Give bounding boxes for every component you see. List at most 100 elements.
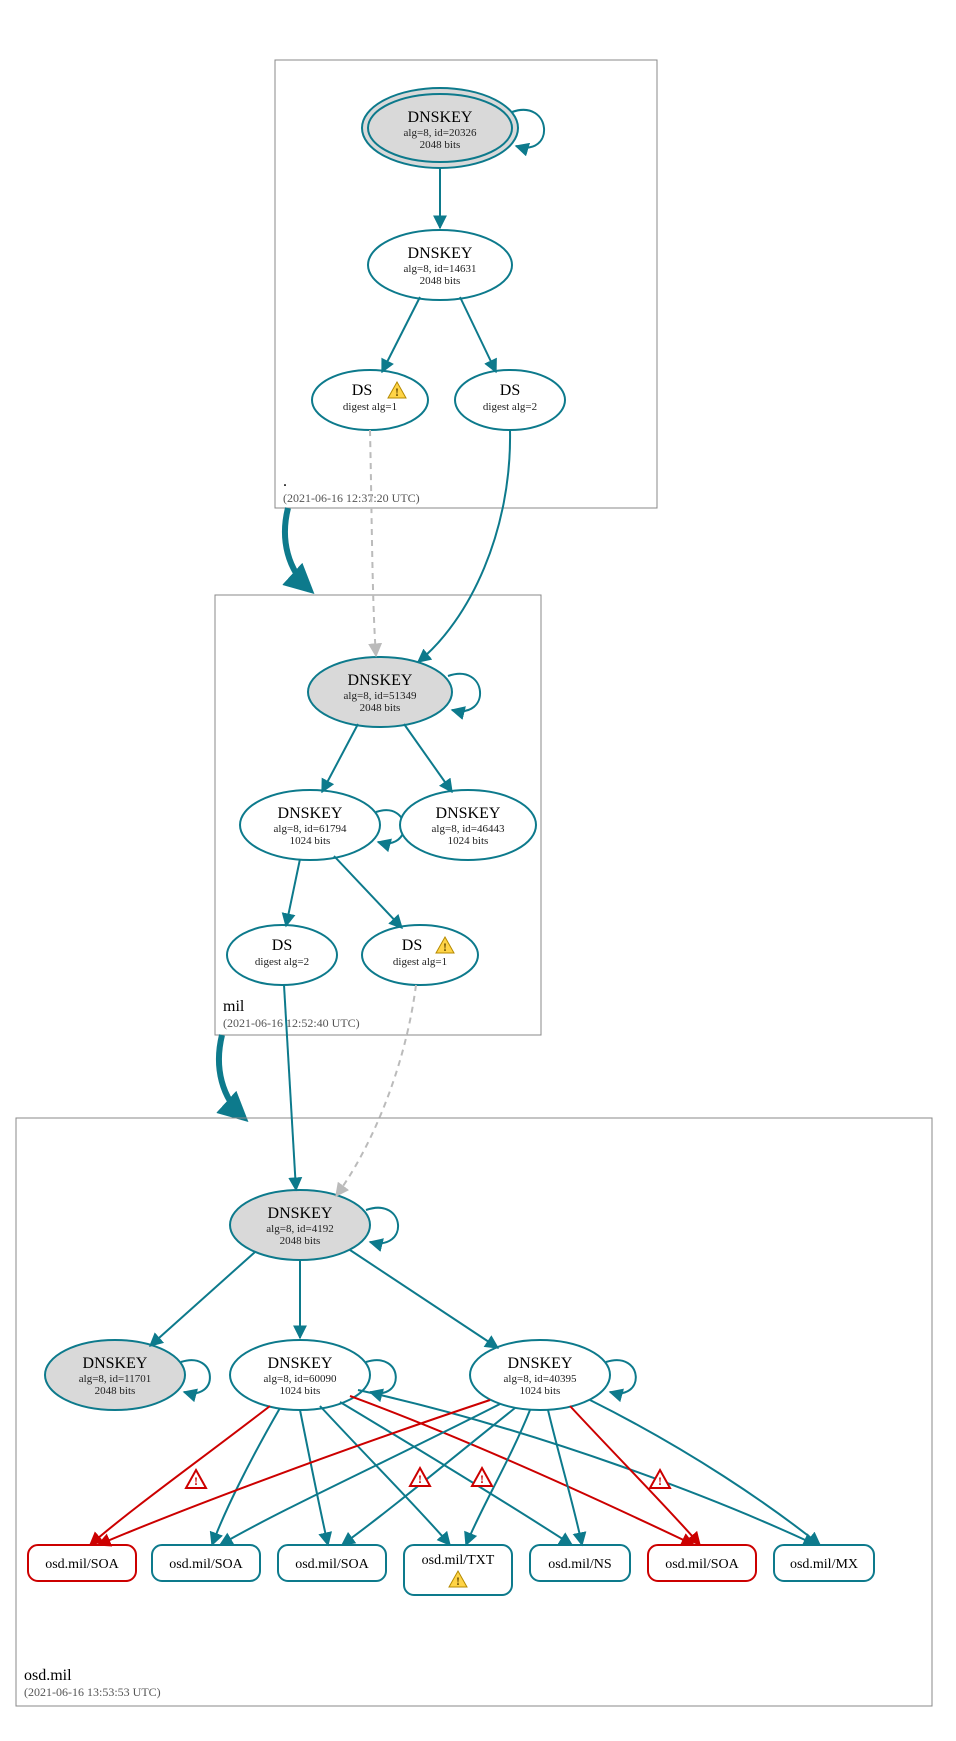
rr-soa-4: osd.mil/SOA	[648, 1545, 756, 1581]
svg-text:digest alg=2: digest alg=2	[255, 956, 309, 968]
svg-text:osd.mil/SOA: osd.mil/SOA	[295, 1557, 369, 1572]
rr-soa-3: osd.mil/SOA	[278, 1545, 386, 1581]
edge-z1-mx	[358, 1390, 816, 1545]
edge-z1-soa2	[212, 1408, 280, 1545]
edge-z2-soa3	[342, 1408, 515, 1545]
svg-text:digest alg=1: digest alg=1	[393, 956, 447, 968]
edge-milksk-zsk1	[322, 724, 358, 792]
rr-soa-1: osd.mil/SOA	[28, 1545, 136, 1581]
svg-text:DNSKEY: DNSKEY	[436, 805, 501, 822]
svg-text:DNSKEY: DNSKEY	[348, 672, 413, 689]
svg-text:alg=8, id=60090: alg=8, id=60090	[264, 1373, 337, 1385]
edge-rootds2-milksk	[418, 430, 510, 662]
svg-text:alg=8, id=61794: alg=8, id=61794	[274, 823, 347, 835]
svg-text:osd.mil/SOA: osd.mil/SOA	[665, 1557, 739, 1572]
node-mil-zsk2: DNSKEY alg=8, id=46443 1024 bits	[400, 790, 536, 860]
edge-z2-ns	[548, 1410, 582, 1545]
edge-z2-soa4	[570, 1406, 700, 1545]
rr-ns: osd.mil/NS	[530, 1545, 630, 1581]
svg-text:DS: DS	[352, 382, 372, 399]
edge-z2-mx	[590, 1400, 820, 1545]
zone-mil: mil (2021-06-16 12:52:40 UTC) DNSKEY alg…	[215, 430, 541, 1035]
svg-text:2048 bits: 2048 bits	[420, 275, 461, 287]
svg-text:digest alg=2: digest alg=2	[483, 401, 537, 413]
zone-root-time: (2021-06-16 12:37:20 UTC)	[283, 491, 420, 505]
zone-osd: osd.mil (2021-06-16 13:53:53 UTC) DNSKEY…	[16, 985, 932, 1706]
svg-text:alg=8, id=40395: alg=8, id=40395	[504, 1373, 577, 1385]
svg-text:osd.mil/SOA: osd.mil/SOA	[169, 1557, 243, 1572]
rr-soa-2: osd.mil/SOA	[152, 1545, 260, 1581]
edge-milksk-zsk2	[404, 724, 452, 792]
edge-z1-soa4	[350, 1396, 694, 1545]
delegation-root-mil	[285, 508, 310, 590]
edge-rootds1-milksk	[370, 430, 376, 656]
svg-text:1024 bits: 1024 bits	[448, 835, 489, 847]
svg-text:!: !	[194, 1474, 198, 1488]
svg-text:DNSKEY: DNSKEY	[408, 109, 473, 126]
svg-text:!: !	[658, 1474, 662, 1488]
svg-text:!: !	[456, 1574, 460, 1588]
svg-text:DNSKEY: DNSKEY	[268, 1205, 333, 1222]
svg-text:alg=8, id=20326: alg=8, id=20326	[404, 127, 477, 139]
node-osd-ksk2: DNSKEY alg=8, id=11701 2048 bits	[45, 1340, 185, 1410]
edge-z1-soa3	[300, 1410, 328, 1545]
svg-text:DNSKEY: DNSKEY	[508, 1355, 573, 1372]
svg-text:DNSKEY: DNSKEY	[408, 245, 473, 262]
node-root-ds1: DS digest alg=1 !	[312, 370, 428, 430]
svg-text:osd.mil/TXT: osd.mil/TXT	[422, 1553, 495, 1568]
svg-text:DS: DS	[402, 937, 422, 954]
svg-text:DS: DS	[500, 382, 520, 399]
svg-text:1024 bits: 1024 bits	[290, 835, 331, 847]
edge-rootzsk-ds2	[460, 297, 496, 372]
svg-text:!: !	[480, 1472, 484, 1486]
error-icon: !	[650, 1470, 670, 1488]
node-osd-zsk2: DNSKEY alg=8, id=40395 1024 bits	[470, 1340, 610, 1410]
error-icon: !	[410, 1468, 430, 1486]
rr-txt: osd.mil/TXT !	[404, 1545, 512, 1595]
error-icon: !	[472, 1468, 492, 1486]
node-mil-ds2: DS digest alg=2	[227, 925, 337, 985]
error-icon: !	[186, 1470, 206, 1488]
edge-rootzsk-ds1	[382, 297, 420, 372]
svg-text:osd.mil/MX: osd.mil/MX	[790, 1557, 858, 1572]
svg-text:alg=8, id=14631: alg=8, id=14631	[404, 263, 477, 275]
svg-text:1024 bits: 1024 bits	[280, 1385, 321, 1397]
svg-text:2048 bits: 2048 bits	[95, 1385, 136, 1397]
svg-text:2048 bits: 2048 bits	[420, 139, 461, 151]
node-mil-ds1: DS digest alg=1 !	[362, 925, 478, 985]
svg-text:!: !	[418, 1472, 422, 1486]
svg-text:!: !	[395, 385, 399, 399]
svg-text:digest alg=1: digest alg=1	[343, 401, 397, 413]
svg-text:osd.mil/SOA: osd.mil/SOA	[45, 1557, 119, 1572]
node-root-zsk: DNSKEY alg=8, id=14631 2048 bits	[368, 230, 512, 300]
svg-text:DNSKEY: DNSKEY	[83, 1355, 148, 1372]
node-mil-zsk1: DNSKEY alg=8, id=61794 1024 bits	[240, 790, 380, 860]
svg-text:2048 bits: 2048 bits	[280, 1235, 321, 1247]
svg-text:DNSKEY: DNSKEY	[268, 1355, 333, 1372]
dnssec-graph: . (2021-06-16 12:37:20 UTC) DNSKEY alg=8…	[0, 0, 956, 1741]
node-mil-ksk: DNSKEY alg=8, id=51349 2048 bits	[308, 657, 452, 727]
zone-root: . (2021-06-16 12:37:20 UTC) DNSKEY alg=8…	[275, 60, 657, 508]
zone-mil-label: mil	[223, 998, 245, 1015]
svg-text:alg=8, id=46443: alg=8, id=46443	[432, 823, 505, 835]
svg-text:1024 bits: 1024 bits	[520, 1385, 561, 1397]
rr-mx: osd.mil/MX	[774, 1545, 874, 1581]
edge-milzsk1-ds2	[286, 859, 300, 926]
svg-text:osd.mil/NS: osd.mil/NS	[548, 1557, 611, 1572]
node-root-ds2: DS digest alg=2	[455, 370, 565, 430]
delegation-mil-osd	[219, 1035, 244, 1118]
edge-osdksk-zsk2	[350, 1250, 498, 1348]
node-osd-ksk: DNSKEY alg=8, id=4192 2048 bits	[230, 1190, 370, 1260]
node-root-ksk: DNSKEY alg=8, id=20326 2048 bits	[362, 88, 518, 168]
svg-text:!: !	[443, 940, 447, 954]
svg-text:DNSKEY: DNSKEY	[278, 805, 343, 822]
svg-text:DS: DS	[272, 937, 292, 954]
svg-text:alg=8, id=4192: alg=8, id=4192	[266, 1223, 333, 1235]
svg-text:2048 bits: 2048 bits	[360, 702, 401, 714]
node-osd-zsk1: DNSKEY alg=8, id=60090 1024 bits	[230, 1340, 370, 1410]
edge-osdksk-ksk2	[150, 1252, 255, 1346]
zone-root-label: .	[283, 473, 287, 490]
zone-osd-time: (2021-06-16 13:53:53 UTC)	[24, 1685, 161, 1699]
zone-mil-time: (2021-06-16 12:52:40 UTC)	[223, 1016, 360, 1030]
edge-milzsk1-ds1	[334, 856, 402, 928]
